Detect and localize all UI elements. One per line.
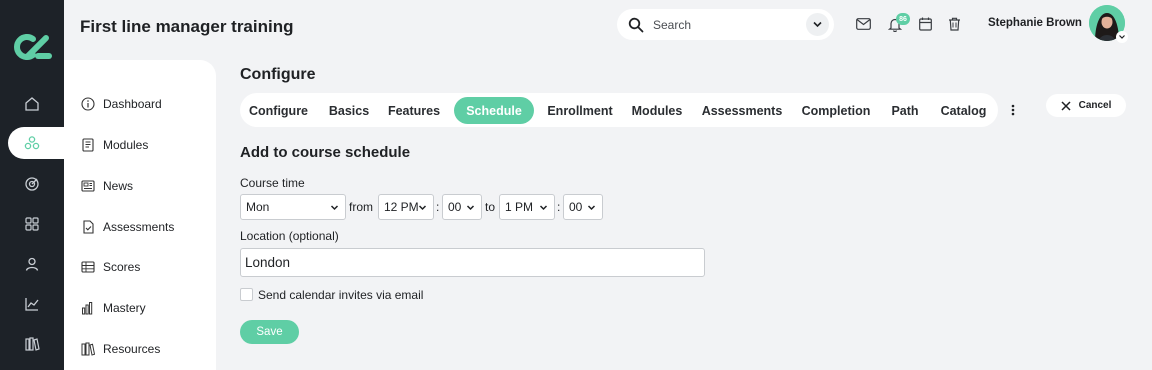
to-minute-value: 00 <box>569 200 583 214</box>
book-icon <box>80 137 96 153</box>
sidebar-item-label: Scores <box>103 260 141 274</box>
home-icon[interactable] <box>22 94 42 114</box>
library-icon[interactable] <box>22 334 42 354</box>
tab-configure[interactable]: Configure <box>244 97 313 124</box>
chevron-down-icon <box>539 205 548 211</box>
sidebar-item-news[interactable]: News <box>80 174 133 198</box>
user-icon[interactable] <box>22 254 42 274</box>
trash-icon[interactable] <box>946 16 962 32</box>
cancel-button[interactable]: Cancel <box>1046 94 1126 117</box>
to-hour-select[interactable]: 1 PM <box>499 194 555 220</box>
tab-completion[interactable]: Completion <box>796 97 876 124</box>
from-hour-value: 12 PM <box>384 200 419 214</box>
calendar-icon[interactable] <box>917 16 933 32</box>
sidebar-item-label: Dashboard <box>103 97 162 111</box>
to-label: to <box>485 200 496 214</box>
chevron-down-icon[interactable] <box>1116 31 1128 43</box>
user-name[interactable]: Stephanie Brown <box>988 17 1082 29</box>
more-options-icon[interactable] <box>1008 101 1018 119</box>
sidebar-item-label: Resources <box>103 342 161 356</box>
chevron-down-icon <box>466 205 475 211</box>
sidebar-item-scores[interactable]: Scores <box>80 255 140 279</box>
tab-features[interactable]: Features <box>382 97 446 124</box>
bars-icon <box>80 300 96 316</box>
page-title: First line manager training <box>80 17 294 36</box>
books-icon <box>80 341 96 357</box>
tab-assessments[interactable]: Assessments <box>697 97 787 124</box>
target-icon[interactable] <box>22 174 42 194</box>
sidebar-item-modules[interactable]: Modules <box>80 133 148 157</box>
table-icon <box>80 259 96 275</box>
close-icon <box>1061 100 1071 111</box>
day-select-value: Mon <box>246 200 270 214</box>
sidebar-item-assessments[interactable]: Assessments <box>80 215 174 239</box>
day-select[interactable]: Mon <box>240 194 346 220</box>
cancel-label: Cancel <box>1078 100 1112 111</box>
from-minute-value: 00 <box>448 200 462 214</box>
chevron-down-icon <box>330 205 339 211</box>
tab-catalog[interactable]: Catalog <box>934 97 993 124</box>
to-minute-select[interactable]: 00 <box>563 194 603 220</box>
sidebar-item-dashboard[interactable]: Dashboard <box>80 92 162 116</box>
search-bar[interactable]: Search <box>617 9 834 40</box>
form-title: Add to course schedule <box>240 144 411 161</box>
save-button[interactable]: Save <box>240 320 299 344</box>
notification-badge: 86 <box>896 13 910 25</box>
document-check-icon <box>80 219 96 235</box>
location-input[interactable]: London <box>240 248 705 277</box>
sidebar-item-label: Modules <box>103 138 149 152</box>
mail-icon[interactable] <box>855 16 871 32</box>
search-input[interactable]: Search <box>653 18 691 32</box>
tab-modules[interactable]: Modules <box>626 97 688 124</box>
sidebar-item-label: News <box>103 179 134 193</box>
chevron-down-icon <box>418 205 427 211</box>
sidebar-item-label: Mastery <box>103 301 146 315</box>
chevron-down-icon[interactable] <box>806 13 829 36</box>
course-time-label: Course time <box>240 176 305 190</box>
network-icon[interactable] <box>22 133 42 153</box>
newspaper-icon <box>80 178 96 194</box>
to-hour-value: 1 PM <box>505 200 534 214</box>
tab-basics[interactable]: Basics <box>322 97 376 124</box>
location-label: Location (optional) <box>240 229 339 243</box>
section-title: Configure <box>240 66 316 83</box>
tab-bar: Configure Basics Features Schedule Enrol… <box>240 93 998 127</box>
brand-logo[interactable] <box>11 33 53 61</box>
tab-schedule[interactable]: Schedule <box>454 97 534 124</box>
course-sidebar: Dashboard Modules News Assessments Score… <box>64 60 216 370</box>
invite-label[interactable]: Send calendar invites via email <box>258 288 423 302</box>
sidebar-item-label: Assessments <box>103 220 175 234</box>
invite-checkbox[interactable] <box>240 288 253 301</box>
tab-enrollment[interactable]: Enrollment <box>543 97 617 124</box>
app-rail <box>0 0 68 370</box>
time-separator: : <box>436 200 440 214</box>
chevron-down-icon <box>587 205 596 211</box>
from-label: from <box>349 200 373 214</box>
chart-icon[interactable] <box>22 294 42 314</box>
from-hour-select[interactable]: 12 PM <box>378 194 434 220</box>
sidebar-item-mastery[interactable]: Mastery <box>80 296 146 320</box>
sidebar-item-resources[interactable]: Resources <box>80 337 160 361</box>
search-icon <box>628 17 644 32</box>
tab-path[interactable]: Path <box>886 97 924 124</box>
time-separator: : <box>557 200 561 214</box>
grid-icon[interactable] <box>22 214 42 234</box>
info-icon <box>80 96 96 112</box>
from-minute-select[interactable]: 00 <box>442 194 482 220</box>
